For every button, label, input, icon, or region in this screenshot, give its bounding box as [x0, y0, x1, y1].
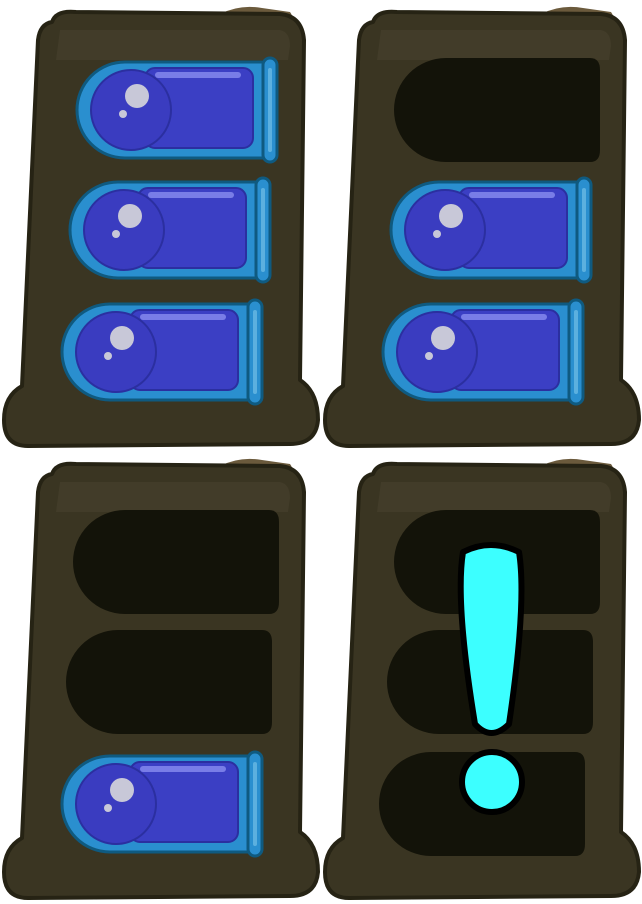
- magazine-full-icon: [0, 0, 321, 452]
- bullet-round: [60, 298, 264, 406]
- bullet-round: [389, 176, 593, 284]
- empty-slot: [66, 630, 272, 734]
- bullet-round: [68, 176, 272, 284]
- ammo-sprite-sheet: [0, 0, 642, 904]
- empty-slot: [73, 510, 279, 614]
- bullet-round: [60, 750, 264, 858]
- empty-slot: [394, 58, 600, 162]
- magazine-one-round-icon: [0, 452, 321, 904]
- magazine-two-rounds-icon: [321, 0, 642, 452]
- bullet-round: [381, 298, 585, 406]
- bullet-round: [75, 56, 279, 164]
- magazine-empty-alert-icon: [321, 452, 642, 904]
- exclamation-alert-icon: [457, 542, 525, 815]
